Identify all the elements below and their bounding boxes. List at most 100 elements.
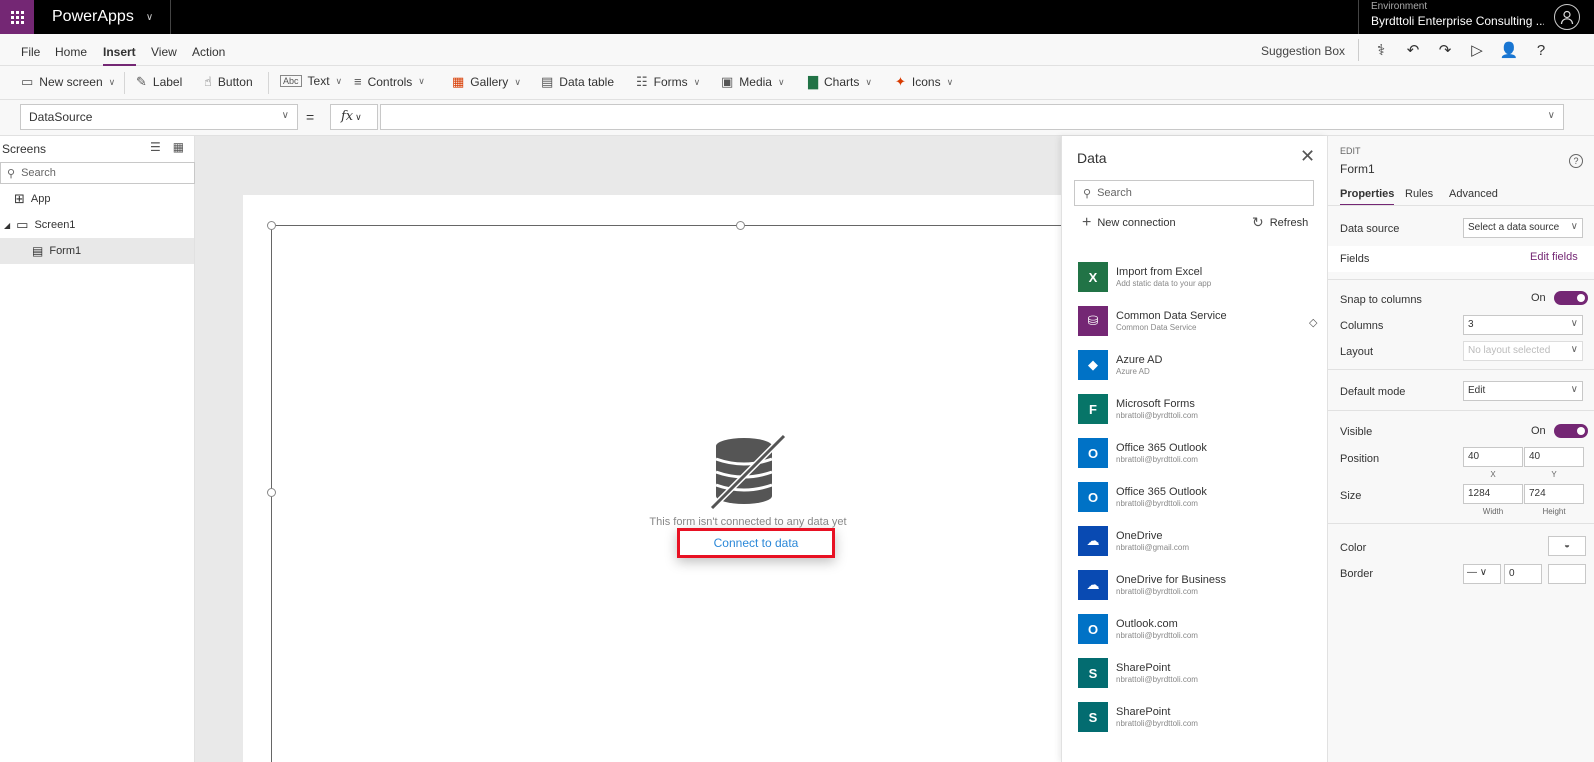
resize-handle[interactable] bbox=[267, 488, 276, 497]
connection-account: nbrattoli@byrdttoli.com bbox=[1116, 631, 1198, 640]
form-control[interactable] bbox=[271, 225, 1061, 762]
user-avatar[interactable] bbox=[1554, 4, 1580, 30]
height-input[interactable]: 724 bbox=[1524, 484, 1584, 504]
menu-file[interactable]: File bbox=[21, 45, 40, 59]
menu-view[interactable]: View bbox=[151, 45, 177, 59]
border-label: Border bbox=[1340, 568, 1374, 580]
environment-picker[interactable]: Environment Byrdttoli Enterprise Consult… bbox=[1358, 0, 1544, 34]
menu-action[interactable]: Action bbox=[192, 45, 225, 59]
position-y-input[interactable]: 40 bbox=[1524, 447, 1584, 467]
new-screen-button[interactable]: ▭ New screen ∨ bbox=[21, 74, 115, 90]
fx-button[interactable]: fx ∨ bbox=[330, 104, 378, 130]
tree-item-form1[interactable]: ▤ Form1 bbox=[0, 238, 194, 264]
visible-label: Visible bbox=[1340, 426, 1373, 438]
app-name-label: PowerApps bbox=[52, 8, 134, 25]
menu-home[interactable]: Home bbox=[55, 45, 87, 59]
connection-item[interactable]: S SharePoint nbrattoli@byrdttoli.com bbox=[1078, 699, 1318, 735]
edit-fields-link[interactable]: Edit fields bbox=[1530, 251, 1578, 263]
formula-input[interactable]: ∨ bbox=[380, 104, 1564, 130]
chevron-down-icon: ∨ bbox=[145, 11, 154, 23]
connection-item[interactable]: ☁ OneDrive nbrattoli@gmail.com bbox=[1078, 523, 1318, 559]
charts-label: Charts bbox=[824, 75, 860, 89]
suggestion-box-link[interactable]: Suggestion Box bbox=[1261, 44, 1345, 58]
connection-item[interactable]: ◆ Azure AD Azure AD bbox=[1078, 347, 1318, 383]
share-user-icon[interactable]: 👤 bbox=[1493, 40, 1525, 60]
stethoscope-icon[interactable]: ⚕ bbox=[1365, 40, 1397, 60]
border-color-picker[interactable] bbox=[1548, 564, 1586, 584]
width-input[interactable]: 1284 bbox=[1463, 484, 1523, 504]
play-icon[interactable]: ▷ bbox=[1461, 40, 1493, 60]
tab-rules[interactable]: Rules bbox=[1405, 188, 1433, 200]
button-icon: ☝ bbox=[204, 74, 212, 89]
connection-item[interactable]: X Import from Excel Add static data to yo… bbox=[1078, 259, 1318, 295]
connection-item[interactable]: F Microsoft Forms nbrattoli@byrdttoli.com bbox=[1078, 391, 1318, 427]
snap-to-columns-toggle[interactable]: On bbox=[1531, 291, 1588, 305]
controls-dropdown[interactable]: ≡ Controls ∨ bbox=[354, 74, 425, 89]
visible-toggle[interactable]: On bbox=[1531, 424, 1588, 438]
close-icon[interactable]: ✕ bbox=[1300, 146, 1315, 167]
data-source-dropdown[interactable]: Select a data source ∨ bbox=[1463, 218, 1583, 238]
tree-item-app[interactable]: ⊞ App bbox=[0, 186, 194, 212]
menu-insert[interactable]: Insert bbox=[103, 45, 136, 66]
chevron-down-icon: ∨ bbox=[946, 76, 954, 87]
redo-icon[interactable]: ↷ bbox=[1429, 40, 1461, 60]
connection-name: OneDrive for Business bbox=[1116, 574, 1227, 586]
connection-item[interactable]: O Outlook.com nbrattoli@byrdttoli.com bbox=[1078, 611, 1318, 647]
menu-bar: File Home Insert View Action Suggestion … bbox=[0, 34, 1594, 66]
charts-dropdown[interactable]: ▇ Charts ∨ bbox=[808, 74, 872, 90]
tab-advanced[interactable]: Advanced bbox=[1449, 188, 1498, 200]
premium-diamond-icon: ◇ bbox=[1309, 317, 1318, 329]
connection-account: nbrattoli@byrdttoli.com bbox=[1116, 455, 1198, 464]
media-dropdown[interactable]: ▣ Media ∨ bbox=[721, 74, 785, 90]
text-icon: Abc bbox=[280, 75, 302, 87]
connection-item[interactable]: ⛁ Common Data Service Common Data Service bbox=[1078, 303, 1318, 339]
border-width-input[interactable]: 0 bbox=[1504, 564, 1542, 584]
data-table-button[interactable]: ▤ Data table bbox=[541, 74, 614, 90]
design-canvas[interactable]: This form isn't connected to any data ye… bbox=[195, 136, 1061, 762]
resize-handle[interactable] bbox=[267, 221, 276, 230]
connection-item[interactable]: O Office 365 Outlook nbrattoli@byrdttoli.… bbox=[1078, 435, 1318, 471]
width-caption: Width bbox=[1482, 507, 1504, 516]
chart-icon: ▇ bbox=[808, 74, 818, 89]
tree-item-screen1[interactable]: ◢ ▭ Screen1 bbox=[0, 212, 194, 238]
forms-dropdown[interactable]: ☷ Forms ∨ bbox=[636, 74, 700, 90]
help-icon[interactable]: ? bbox=[1569, 154, 1583, 168]
chevron-down-icon: ∨ bbox=[777, 76, 785, 87]
default-mode-dropdown[interactable]: Edit ∨ bbox=[1463, 381, 1583, 401]
property-dropdown[interactable]: DataSource ∨ bbox=[20, 104, 298, 130]
undo-icon[interactable]: ↶ bbox=[1397, 40, 1429, 60]
forms-icon: F bbox=[1078, 394, 1108, 424]
connection-item[interactable]: S SharePoint nbrattoli@byrdttoli.com bbox=[1078, 655, 1318, 691]
help-icon[interactable]: ? bbox=[1525, 40, 1557, 60]
app-launcher-icon[interactable] bbox=[0, 0, 34, 34]
connection-item[interactable]: ☁ OneDrive for Business nbrattoli@byrdtto… bbox=[1078, 567, 1318, 603]
app-name[interactable]: PowerApps ∨ bbox=[52, 8, 153, 26]
screen-surface[interactable]: This form isn't connected to any data ye… bbox=[243, 195, 1061, 762]
position-x-input[interactable]: 40 bbox=[1463, 447, 1523, 467]
chevron-down-icon: ∨ bbox=[418, 76, 425, 86]
divider bbox=[1328, 279, 1594, 280]
data-search-input[interactable]: ⚲ Search bbox=[1074, 180, 1314, 206]
connect-to-data-link[interactable]: Connect to data bbox=[677, 528, 835, 558]
button-button[interactable]: ☝ Button bbox=[204, 74, 253, 90]
tab-properties[interactable]: Properties bbox=[1340, 188, 1395, 206]
text-dropdown[interactable]: Abc Text ∨ bbox=[280, 74, 342, 88]
thumbnail-view-icon[interactable]: ▦ bbox=[173, 140, 184, 154]
color-picker[interactable]: ◒ bbox=[1548, 536, 1586, 556]
screens-search-input[interactable]: ⚲ Search bbox=[0, 162, 195, 184]
gallery-dropdown[interactable]: ▦ Gallery ∨ bbox=[452, 74, 521, 90]
text-label: Text bbox=[307, 74, 330, 88]
tree-item-label: App bbox=[30, 193, 51, 205]
divider bbox=[1328, 410, 1594, 411]
columns-dropdown[interactable]: 3 ∨ bbox=[1463, 315, 1583, 335]
columns-label: Columns bbox=[1340, 320, 1384, 332]
tree-view-icon[interactable]: ☰ bbox=[150, 140, 161, 154]
connection-item[interactable]: O Office 365 Outlook nbrattoli@byrdttoli.… bbox=[1078, 479, 1318, 515]
label-button[interactable]: ✎ Label bbox=[136, 74, 182, 90]
position-label: Position bbox=[1340, 453, 1380, 465]
border-style-dropdown[interactable]: — ∨ bbox=[1463, 564, 1501, 584]
refresh-button[interactable]: ↻ Refresh bbox=[1252, 214, 1308, 231]
icons-dropdown[interactable]: ✦ Icons ∨ bbox=[895, 74, 953, 90]
resize-handle[interactable] bbox=[736, 221, 745, 230]
new-connection-button[interactable]: + New connection bbox=[1082, 214, 1176, 232]
